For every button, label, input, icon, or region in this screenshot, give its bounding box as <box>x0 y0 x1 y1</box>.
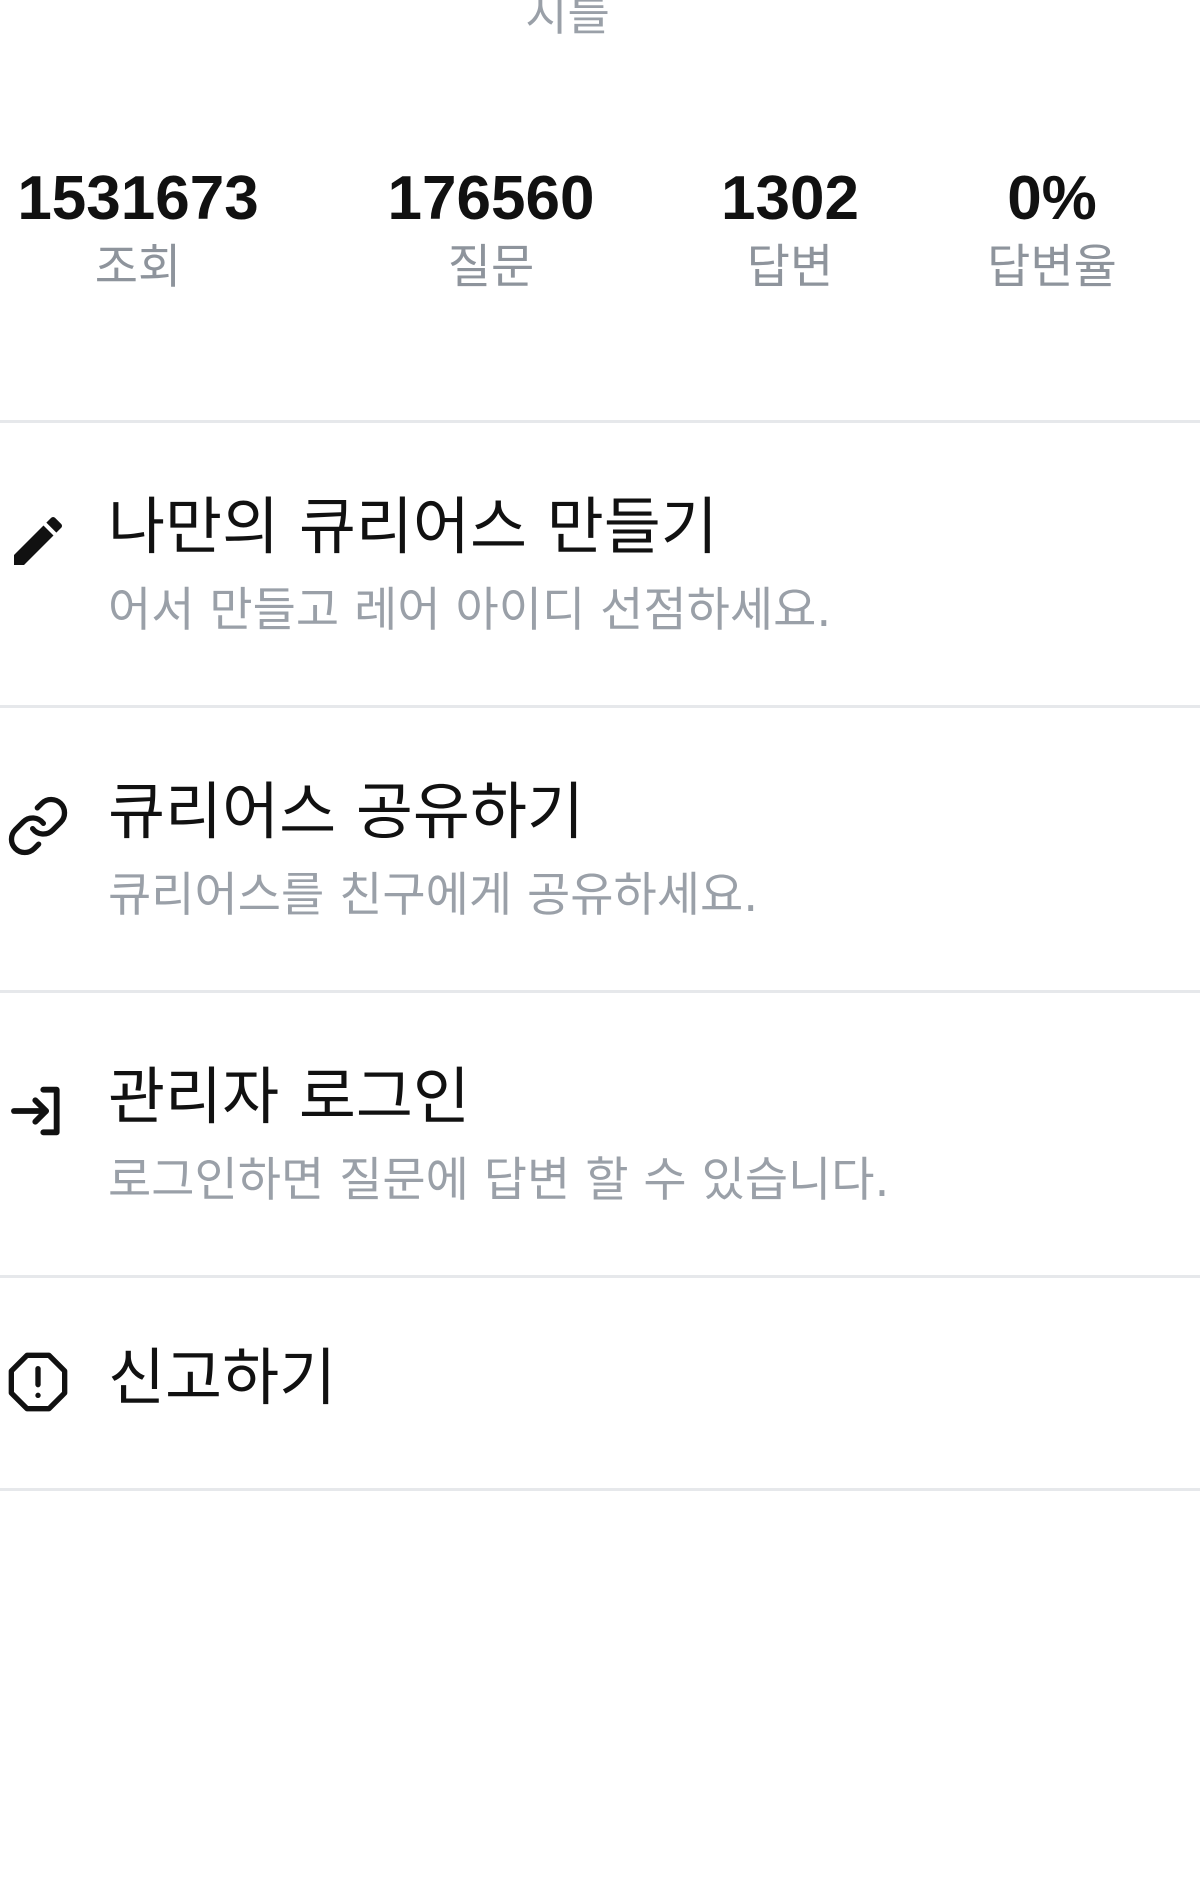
login-icon <box>6 1079 70 1143</box>
menu-item-share[interactable]: 큐리어스 공유하기 큐리어스를 친구에게 공유하세요. <box>0 708 1200 990</box>
stat-answer-rate: 0% 답변율 <box>902 162 1200 298</box>
stat-questions-label: 질문 <box>447 240 535 295</box>
menu-item-admin-login-description: 로그인하면 질문에 답변 할 수 있습니다. <box>108 1153 890 1208</box>
menu-item-create[interactable]: 나만의 큐리어스 만들기 어서 만들고 레어 아이디 선점하세요. <box>0 423 1200 705</box>
profile-page: 지를 1531673 조회 176560 질문 1302 답변 0% 답변율 나… <box>0 0 1200 1899</box>
pencil-icon <box>6 509 70 573</box>
stats-panel: 1531673 조회 176560 질문 1302 답변 0% 답변율 <box>0 162 1200 312</box>
stat-answers: 1302 답변 <box>640 162 940 298</box>
stat-views-label: 조회 <box>94 240 182 295</box>
stat-views-value: 1531673 <box>17 164 259 233</box>
stat-answer-rate-value: 0% <box>1007 164 1097 233</box>
menu-item-create-description: 어서 만들고 레어 아이디 선점하세요. <box>108 583 832 638</box>
link-icon <box>6 794 70 858</box>
divider <box>0 1488 1200 1491</box>
stat-questions-value: 176560 <box>387 164 595 233</box>
stat-answers-value: 1302 <box>721 164 859 233</box>
menu-item-share-title: 큐리어스 공유하기 <box>108 775 585 848</box>
menu-item-admin-login-title: 관리자 로그인 <box>108 1060 470 1133</box>
stat-answers-label: 답변 <box>746 240 834 295</box>
page-title: 지를 <box>525 0 610 41</box>
menu-item-create-title: 나만의 큐리어스 만들기 <box>108 490 718 563</box>
menu-item-report-title: 신고하기 <box>108 1341 337 1414</box>
stat-answer-rate-label: 답변율 <box>987 240 1117 295</box>
alert-octagon-icon <box>6 1350 70 1414</box>
menu-item-report[interactable]: 신고하기 <box>0 1278 1200 1488</box>
stat-questions: 176560 질문 <box>341 162 641 298</box>
menu-item-share-description: 큐리어스를 친구에게 공유하세요. <box>108 868 759 923</box>
menu-item-admin-login[interactable]: 관리자 로그인 로그인하면 질문에 답변 할 수 있습니다. <box>0 993 1200 1275</box>
stat-views: 1531673 조회 <box>0 162 288 298</box>
